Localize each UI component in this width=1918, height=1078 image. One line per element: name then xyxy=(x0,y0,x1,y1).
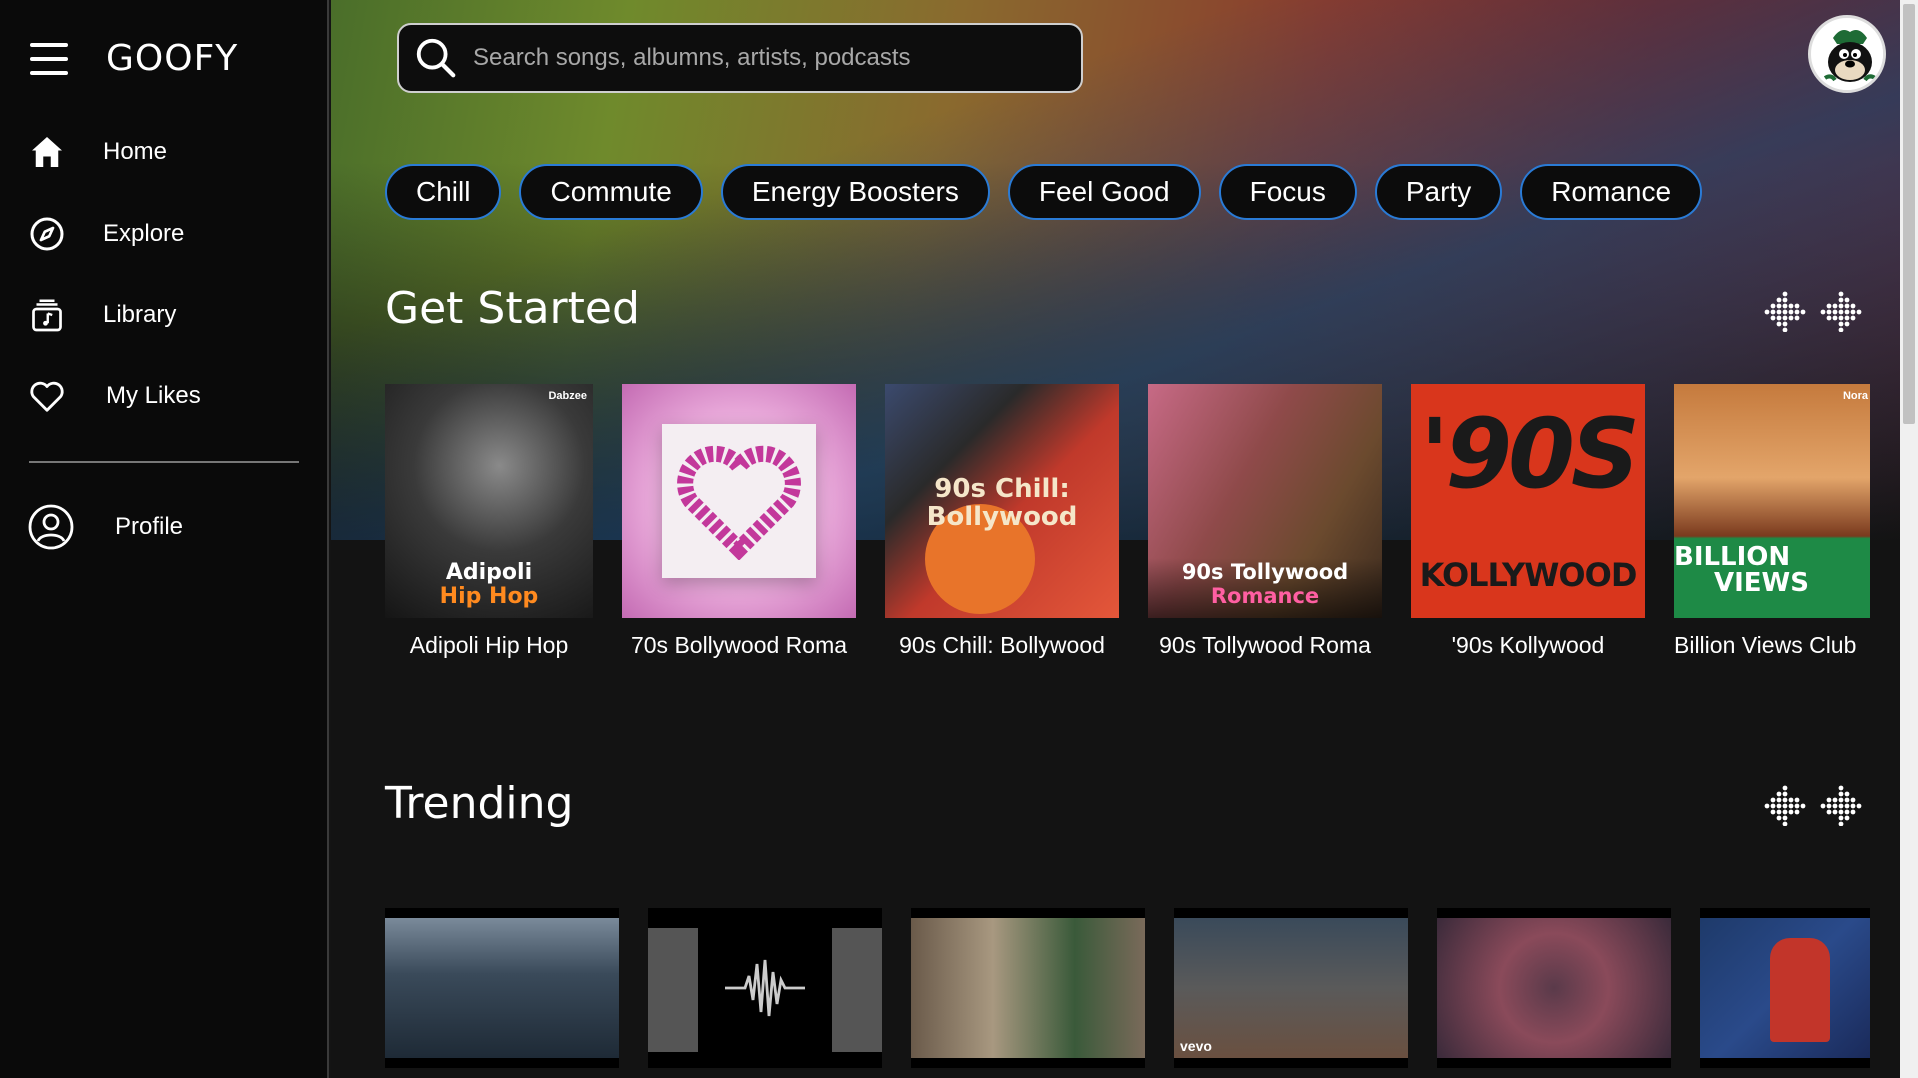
card-title: Adipoli Hip Hop xyxy=(409,632,569,658)
trending-video-card[interactable] xyxy=(1700,908,1870,1068)
video-thumbnail xyxy=(911,918,1145,1058)
sidebar-divider xyxy=(29,461,299,463)
chip-chill[interactable]: Chill xyxy=(385,164,502,220)
chip-party[interactable]: Party xyxy=(1374,164,1503,220)
carousel-arrows xyxy=(1763,288,1863,332)
video-thumbnail xyxy=(1700,918,1870,1058)
card-art-line2: KOLLYWOOD xyxy=(1419,556,1638,594)
card-title: '90s Kollywood xyxy=(1451,632,1605,658)
card-title: 90s Chill: Bollywood xyxy=(899,632,1105,658)
card-artwork: 90s Tollywood Romance xyxy=(1148,384,1382,618)
card-artwork: 90s Chill: Bollywood xyxy=(885,384,1119,618)
brand-title: GOOFY xyxy=(106,38,239,79)
card-title: 90s Tollywood Roma xyxy=(1159,632,1371,658)
card-art-line2: VIEWS xyxy=(1714,568,1809,598)
sidebar-item-home[interactable]: Home xyxy=(27,132,167,172)
compass-icon xyxy=(27,214,67,254)
video-thumbnail xyxy=(648,918,882,1058)
main-content: Chill Commute Energy Boosters Feel Good … xyxy=(331,0,1900,1078)
sidebar-item-label: Profile xyxy=(115,513,184,540)
video-thumbnail xyxy=(385,918,619,1058)
chip-focus[interactable]: Focus xyxy=(1218,164,1357,220)
card-badge: Nora xyxy=(1842,390,1868,402)
heart-icon xyxy=(27,376,67,416)
trending-video-card[interactable] xyxy=(911,908,1145,1068)
card-badge: Dabzee xyxy=(548,390,587,402)
card-artwork: '90S KOLLYWOOD xyxy=(1411,384,1645,618)
arrow-left-icon[interactable] xyxy=(1763,288,1807,332)
genre-chips: Chill Commute Energy Boosters Feel Good … xyxy=(385,164,1720,220)
brand: GOOFY xyxy=(30,38,238,79)
scrollbar[interactable] xyxy=(1900,0,1918,1078)
arrow-left-icon[interactable] xyxy=(1763,782,1807,826)
playlist-card[interactable]: 90s Tollywood Romance 90s Tollywood Roma xyxy=(1148,384,1382,659)
search-bar[interactable] xyxy=(397,23,1083,93)
card-artwork: Nora BILLION VIEWS xyxy=(1674,384,1870,618)
sidebar-item-explore[interactable]: Explore xyxy=(27,214,184,254)
video-thumbnail: vevo xyxy=(1174,918,1408,1058)
card-art-line1: 90s Tollywood xyxy=(1181,560,1349,584)
playlist-card[interactable]: 90s Chill: Bollywood 90s Chill: Bollywoo… xyxy=(885,384,1119,659)
video-thumbnail xyxy=(1437,918,1671,1058)
arrow-right-icon[interactable] xyxy=(1819,782,1863,826)
playlist-card[interactable]: Nora BILLION VIEWS Billion Views Club xyxy=(1674,384,1870,659)
card-art-line1: '90S xyxy=(1419,398,1640,510)
profile-icon xyxy=(27,503,75,551)
menu-icon[interactable] xyxy=(30,42,68,75)
chip-romance[interactable]: Romance xyxy=(1520,164,1703,220)
playlist-card[interactable]: '90S KOLLYWOOD '90s Kollywood xyxy=(1411,384,1645,659)
home-icon xyxy=(27,132,67,172)
sidebar-item-label: Library xyxy=(103,301,177,328)
trending-row: vevo xyxy=(385,908,1899,1068)
card-art-line1: 90s Chill: xyxy=(934,474,1070,504)
card-title: 70s Bollywood Roma xyxy=(630,632,848,658)
section-title-trending: Trending xyxy=(385,778,574,829)
trending-video-card[interactable] xyxy=(1437,908,1671,1068)
avatar[interactable] xyxy=(1808,15,1886,93)
card-title: Billion Views Club xyxy=(1674,632,1857,658)
sidebar-item-profile[interactable]: Profile xyxy=(27,503,183,551)
card-artwork xyxy=(622,384,856,618)
chip-commute[interactable]: Commute xyxy=(519,164,703,220)
playlist-card[interactable]: 70s Bollywood Roma xyxy=(622,384,856,659)
playlist-card[interactable]: Dabzee Adipoli Hip Hop Adipoli Hip Hop xyxy=(385,384,593,659)
card-art-line2: Romance xyxy=(1210,584,1320,608)
card-art-line2: Bollywood xyxy=(926,502,1078,532)
sidebar-item-my-likes[interactable]: My Likes xyxy=(27,376,201,416)
chip-energy-boosters[interactable]: Energy Boosters xyxy=(720,164,990,220)
carousel-arrows xyxy=(1763,782,1863,826)
search-input[interactable] xyxy=(473,44,1053,72)
card-art-line2: Hip Hop xyxy=(439,584,539,609)
library-icon xyxy=(27,295,67,335)
arrow-right-icon[interactable] xyxy=(1819,288,1863,332)
trending-video-card[interactable]: vevo xyxy=(1174,908,1408,1068)
audio-waveform-icon xyxy=(725,959,805,1017)
card-art-line1: Adipoli xyxy=(445,560,533,585)
sidebar-item-label: My Likes xyxy=(106,382,201,409)
sidebar-item-library[interactable]: Library xyxy=(27,295,176,335)
vevo-label: vevo xyxy=(1180,1038,1212,1054)
trending-video-card[interactable] xyxy=(385,908,619,1068)
chip-feel-good[interactable]: Feel Good xyxy=(1007,164,1201,220)
search-icon xyxy=(416,38,456,78)
section-title-get-started: Get Started xyxy=(385,283,640,334)
scrollbar-thumb[interactable] xyxy=(1903,4,1915,424)
trending-video-card[interactable] xyxy=(648,908,882,1068)
sidebar-item-label: Explore xyxy=(103,220,185,247)
sidebar-item-label: Home xyxy=(103,138,168,165)
heart-flowers-icon xyxy=(677,445,801,560)
get-started-row: Dabzee Adipoli Hip Hop Adipoli Hip Hop 7… xyxy=(385,384,1899,659)
sidebar: GOOFY Home Explore Library My Likes Prof… xyxy=(0,0,329,1078)
card-artwork: Dabzee Adipoli Hip Hop xyxy=(385,384,593,618)
